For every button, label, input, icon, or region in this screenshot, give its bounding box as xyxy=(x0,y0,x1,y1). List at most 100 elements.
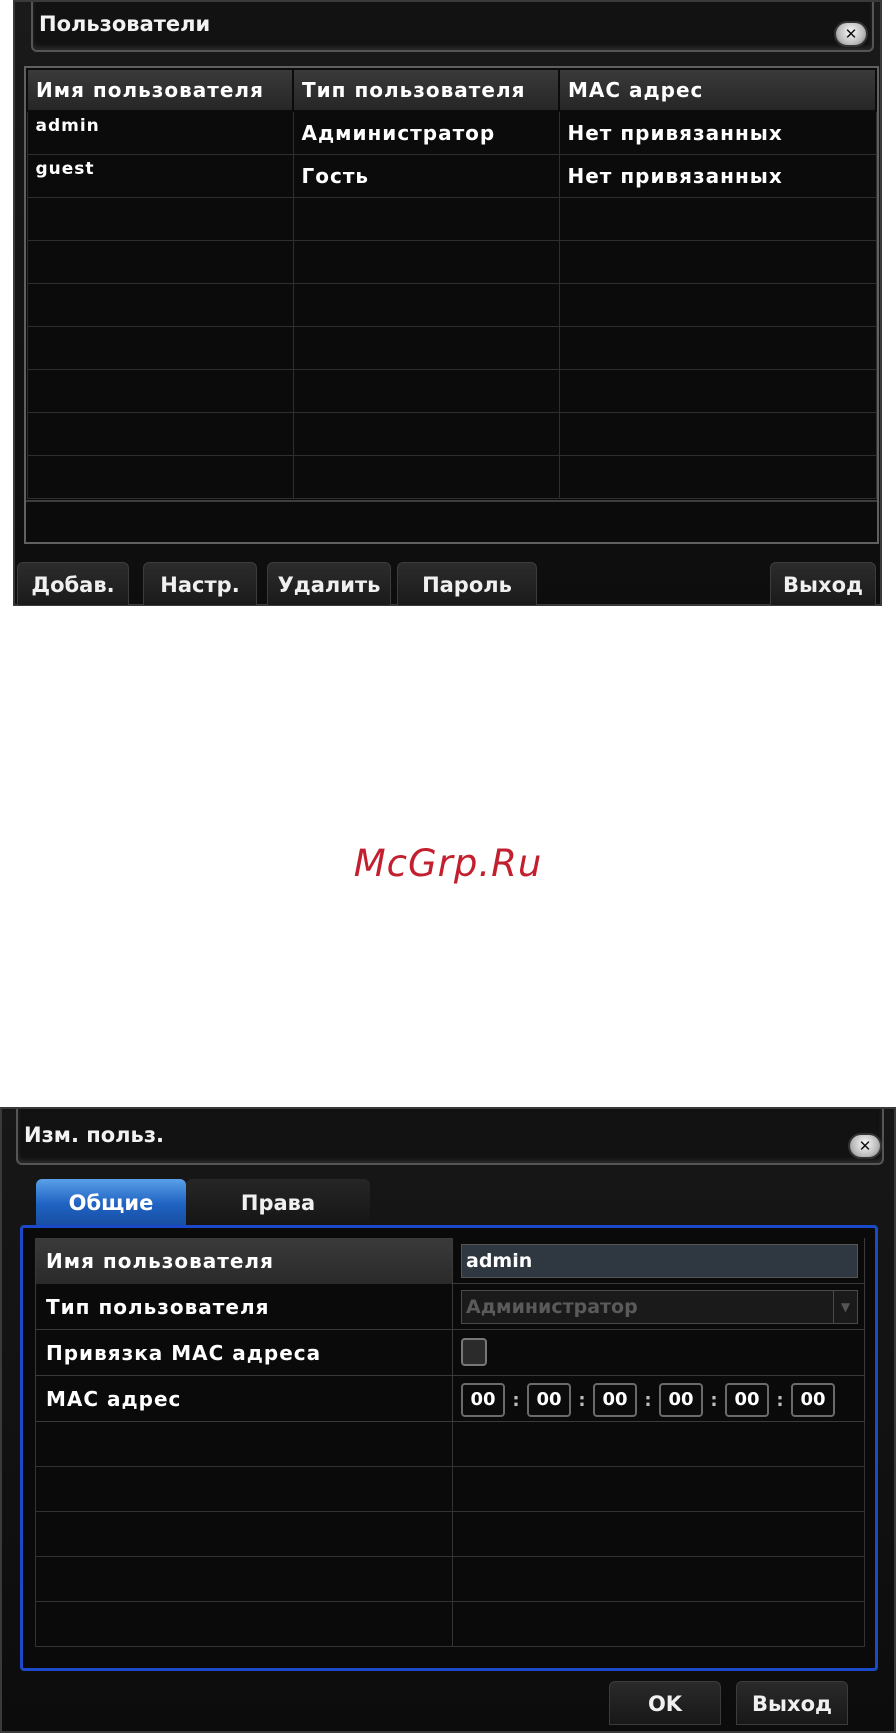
usertype-row: Тип пользователя Администратор ▼ xyxy=(35,1284,865,1330)
add-button[interactable]: Добав. xyxy=(17,562,129,606)
settings-button[interactable]: Настр. xyxy=(143,562,257,606)
ok-button[interactable]: OK xyxy=(609,1681,721,1725)
mac-bind-row: Привязка МАС адреса xyxy=(35,1330,865,1376)
close-icon[interactable]: ✕ xyxy=(834,21,868,47)
column-header-mac[interactable]: МАС адрес xyxy=(558,68,877,112)
username-cell: admin xyxy=(453,1238,865,1284)
empty-cell xyxy=(26,368,294,413)
mac-separator: : xyxy=(776,1389,784,1411)
mac-separator: : xyxy=(512,1389,520,1411)
users-table-status-bar xyxy=(26,500,877,542)
table-row[interactable]: guest Гость Нет привязанных xyxy=(26,153,877,198)
password-button[interactable]: Пароль xyxy=(397,562,537,606)
empty-row xyxy=(35,1467,865,1512)
column-header-usertype[interactable]: Тип пользователя xyxy=(292,68,560,112)
general-tab-panel: Имя пользователя admin Тип пользователя … xyxy=(20,1225,878,1671)
empty-cell xyxy=(35,1512,453,1557)
tab-rights[interactable]: Права xyxy=(186,1179,370,1225)
chevron-down-icon: ▼ xyxy=(833,1291,857,1323)
username-input[interactable]: admin xyxy=(461,1244,858,1278)
mac-address-input-group: 00 : 00 : 00 : 00 : 00 : 00 xyxy=(461,1382,858,1418)
empty-cell xyxy=(453,1557,865,1602)
empty-cell xyxy=(558,239,877,284)
empty-cell xyxy=(35,1422,453,1467)
empty-cell xyxy=(292,454,560,499)
user-fields-table: Имя пользователя admin Тип пользователя … xyxy=(35,1238,865,1647)
users-table-header: Имя пользователя Тип пользователя МАС ад… xyxy=(26,68,877,112)
mac-octet-6[interactable]: 00 xyxy=(791,1383,835,1417)
mac-octet-2[interactable]: 00 xyxy=(527,1383,571,1417)
edit-user-dialog-title: Изм. польз. xyxy=(24,1123,165,1147)
delete-button[interactable]: Удалить xyxy=(267,562,391,606)
table-row-empty[interactable] xyxy=(26,454,877,499)
mac-separator: : xyxy=(578,1389,586,1411)
table-row-empty[interactable] xyxy=(26,411,877,456)
table-row[interactable]: admin Администратор Нет привязанных xyxy=(26,110,877,155)
mac-separator: : xyxy=(710,1389,718,1411)
empty-cell xyxy=(558,368,877,413)
username-label: Имя пользователя xyxy=(35,1238,453,1284)
close-icon[interactable]: ✕ xyxy=(848,1133,882,1159)
empty-cell xyxy=(558,454,877,499)
empty-cell xyxy=(26,239,294,284)
empty-cell xyxy=(26,282,294,327)
empty-cell xyxy=(26,325,294,370)
cell-mac: Нет привязанных xyxy=(558,110,877,155)
cell-mac: Нет привязанных xyxy=(558,153,877,198)
tab-general[interactable]: Общие xyxy=(36,1179,186,1225)
usertype-select[interactable]: Администратор ▼ xyxy=(461,1290,858,1324)
empty-cell xyxy=(26,196,294,241)
users-dialog-titlebar: Пользователи xyxy=(31,2,874,52)
table-row-empty[interactable] xyxy=(26,282,877,327)
exit-button[interactable]: Выход xyxy=(770,562,876,606)
empty-cell xyxy=(292,282,560,327)
empty-cell xyxy=(558,411,877,456)
empty-cell xyxy=(35,1467,453,1512)
users-dialog: Пользователи ✕ Имя пользователя Тип поль… xyxy=(13,0,882,606)
empty-cell xyxy=(292,411,560,456)
mac-bind-label: Привязка МАС адреса xyxy=(35,1330,453,1376)
username-row: Имя пользователя admin xyxy=(35,1238,865,1284)
mac-bind-checkbox[interactable] xyxy=(461,1338,487,1366)
empty-row xyxy=(35,1512,865,1557)
cell-username: guest xyxy=(26,153,294,198)
users-button-bar: Добав. Настр. Удалить Пароль Выход xyxy=(15,562,880,606)
empty-cell xyxy=(35,1557,453,1602)
empty-cell xyxy=(292,239,560,284)
empty-cell xyxy=(558,325,877,370)
column-header-username[interactable]: Имя пользователя xyxy=(26,68,294,112)
table-row-empty[interactable] xyxy=(26,368,877,413)
empty-cell xyxy=(558,196,877,241)
mac-octet-5[interactable]: 00 xyxy=(725,1383,769,1417)
cell-usertype: Администратор xyxy=(292,110,560,155)
cell-usertype: Гость xyxy=(292,153,560,198)
mac-octet-3[interactable]: 00 xyxy=(593,1383,637,1417)
empty-cell xyxy=(292,196,560,241)
empty-cell xyxy=(453,1602,865,1647)
usertype-select-value: Администратор xyxy=(466,1296,638,1318)
usertype-label: Тип пользователя xyxy=(35,1284,453,1330)
usertype-cell: Администратор ▼ xyxy=(453,1284,865,1330)
mac-separator: : xyxy=(644,1389,652,1411)
mac-address-label: МАС адрес xyxy=(35,1376,453,1422)
edit-user-dialog-titlebar: Изм. польз. xyxy=(16,1109,884,1165)
users-dialog-title: Пользователи xyxy=(39,12,211,36)
empty-row xyxy=(35,1602,865,1647)
table-row-empty[interactable] xyxy=(26,239,877,284)
table-row-empty[interactable] xyxy=(26,325,877,370)
empty-cell xyxy=(453,1422,865,1467)
empty-cell xyxy=(35,1602,453,1647)
empty-cell xyxy=(292,325,560,370)
mac-octet-1[interactable]: 00 xyxy=(461,1383,505,1417)
watermark-text: McGrp.Ru xyxy=(353,842,543,885)
mac-bind-cell xyxy=(453,1330,865,1376)
mac-address-row: МАС адрес 00 : 00 : 00 : 00 : 00 : 00 xyxy=(35,1376,865,1422)
exit-button[interactable]: Выход xyxy=(736,1681,848,1725)
empty-cell xyxy=(453,1512,865,1557)
table-row-empty[interactable] xyxy=(26,196,877,241)
mac-octet-4[interactable]: 00 xyxy=(659,1383,703,1417)
empty-cell xyxy=(558,282,877,327)
empty-row xyxy=(35,1557,865,1602)
empty-cell xyxy=(26,411,294,456)
empty-cell xyxy=(26,454,294,499)
